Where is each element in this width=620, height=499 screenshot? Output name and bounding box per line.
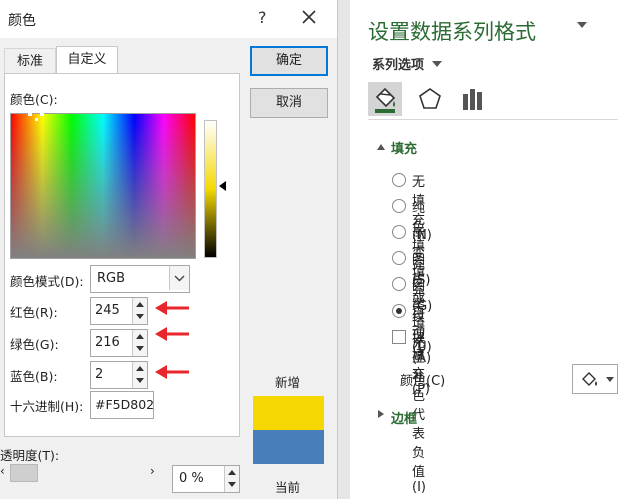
radio-button-selected[interactable]	[392, 304, 406, 318]
series-options-dropdown[interactable]: 系列选项	[372, 54, 424, 73]
transparency-decrement-button[interactable]	[225, 479, 239, 492]
red-spinner	[132, 298, 147, 324]
luminance-bar[interactable]	[204, 120, 217, 258]
chevron-down-icon[interactable]	[432, 61, 442, 67]
collapse-arrow-icon[interactable]	[377, 144, 385, 150]
arrow-up-icon	[136, 302, 144, 307]
green-label: 绿色(G):	[10, 337, 59, 352]
arrow-down-icon	[136, 314, 144, 319]
tab-custom[interactable]: 自定义	[56, 46, 118, 74]
green-increment-button[interactable]	[133, 330, 147, 344]
transparency-input[interactable]: 0 %	[172, 465, 240, 493]
transparency-slider-thumb[interactable]	[10, 464, 38, 482]
hex-input[interactable]: #F5D802	[90, 391, 154, 419]
paint-bucket-icon[interactable]	[368, 82, 402, 116]
format-series-panel: 设置数据系列格式 系列选项 填充 无填充(N) 纯色填充(S) 渐变填充(G) …	[350, 0, 620, 499]
green-spinner	[132, 330, 147, 356]
red-decrement-button[interactable]	[133, 311, 147, 324]
radio-button[interactable]	[392, 199, 406, 213]
green-decrement-button[interactable]	[133, 343, 147, 356]
chevron-down-icon[interactable]	[606, 377, 614, 382]
blue-spinner	[132, 362, 147, 388]
chevron-right-icon[interactable]: ›	[150, 464, 155, 478]
transparency-spinner	[224, 466, 239, 492]
paint-bucket-icon	[582, 372, 597, 386]
color-model-label: 颜色模式(D):	[10, 274, 84, 289]
transparency-value: 0 %	[179, 471, 204, 486]
arrow-up-icon	[228, 470, 236, 475]
blue-input[interactable]: 2	[90, 361, 148, 389]
red-label: 红色(R):	[10, 305, 58, 320]
current-color-label: 当前	[275, 480, 301, 495]
green-value: 216	[95, 335, 120, 350]
green-annotation-arrow-icon	[155, 327, 189, 341]
dialog-titlebar: 颜色 ?	[0, 0, 338, 38]
blue-decrement-button[interactable]	[133, 375, 147, 388]
new-color-label: 新增	[275, 375, 301, 390]
expand-arrow-icon[interactable]	[378, 410, 384, 418]
panel-divider	[338, 0, 350, 499]
green-input[interactable]: 216	[90, 329, 148, 357]
blue-increment-button[interactable]	[133, 362, 147, 376]
pentagon-icon[interactable]	[413, 82, 447, 116]
arrow-up-icon	[136, 366, 144, 371]
color-model-select[interactable]: RGB	[90, 265, 190, 293]
hex-value: #F5D802	[95, 397, 155, 412]
spectrum-crosshair-icon	[26, 108, 46, 122]
radio-button[interactable]	[392, 277, 406, 291]
red-value: 245	[95, 303, 120, 318]
radio-button[interactable]	[392, 173, 406, 187]
dialog-title: 颜色	[8, 13, 36, 29]
fill-color-label: 颜色(C)	[400, 374, 446, 389]
blue-label: 蓝色(B):	[10, 369, 58, 384]
new-color-swatch	[253, 396, 324, 430]
panel-title: 设置数据系列格式	[368, 20, 536, 44]
chevron-left-icon[interactable]: ‹	[0, 464, 5, 478]
blue-annotation-arrow-icon	[155, 365, 189, 379]
chevron-down-icon[interactable]	[169, 266, 189, 290]
fill-color-picker[interactable]	[572, 364, 618, 394]
border-section-header[interactable]: 边框	[391, 408, 417, 427]
red-input[interactable]: 245	[90, 297, 148, 325]
red-increment-button[interactable]	[133, 298, 147, 312]
tab-standard[interactable]: 标准	[4, 48, 56, 74]
help-button[interactable]: ?	[258, 8, 267, 27]
bar-chart-icon[interactable]	[456, 82, 490, 116]
radio-button[interactable]	[392, 251, 406, 265]
color-model-value: RGB	[97, 271, 126, 286]
cancel-button[interactable]: 取消	[250, 88, 328, 118]
panel-tab-separator	[368, 119, 618, 120]
blue-value: 2	[95, 367, 104, 382]
transparency-label: 透明度(T):	[0, 448, 60, 463]
radio-button[interactable]	[392, 225, 406, 239]
colors-label: 颜色(C):	[10, 92, 58, 107]
arrow-down-icon	[228, 482, 236, 487]
color-dialog: 颜色 ? 标准 自定义 颜色(C): 颜色模式(D): RGB 红色(R): 2…	[0, 0, 338, 499]
fill-section-header[interactable]: 填充	[391, 138, 417, 157]
panel-menu-dropdown-icon[interactable]	[577, 22, 587, 28]
ok-button[interactable]: 确定	[250, 46, 328, 76]
luminance-slider-arrow-icon[interactable]	[219, 181, 226, 191]
close-icon[interactable]	[298, 6, 320, 28]
arrow-down-icon	[136, 346, 144, 351]
transparency-increment-button[interactable]	[225, 466, 239, 480]
red-annotation-arrow-icon	[155, 301, 189, 315]
hex-label: 十六进制(H):	[10, 399, 84, 414]
current-color-swatch	[253, 430, 324, 464]
arrow-down-icon	[136, 378, 144, 383]
arrow-up-icon	[136, 334, 144, 339]
invert-negative-checkbox[interactable]	[392, 330, 406, 344]
color-spectrum[interactable]	[10, 113, 196, 259]
